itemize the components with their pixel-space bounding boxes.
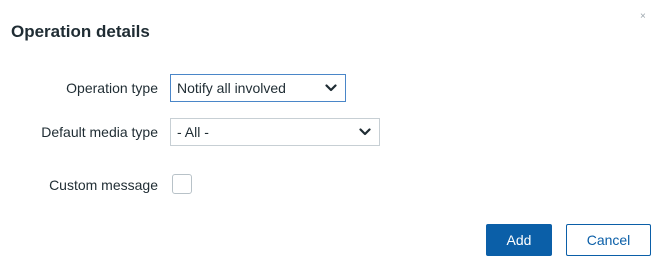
add-button[interactable]: Add [486, 224, 552, 256]
dialog-title: Operation details [11, 22, 150, 41]
operation-details-dialog: Operation details × Operation type Notif… [0, 0, 651, 256]
default-media-type-select[interactable]: - All - [170, 118, 380, 146]
cancel-button[interactable]: Cancel [566, 224, 651, 256]
chevron-down-icon [359, 128, 371, 136]
default-media-type-label: Default media type [41, 124, 158, 140]
close-icon[interactable]: × [640, 12, 646, 22]
custom-message-checkbox[interactable] [172, 174, 192, 194]
custom-message-label: Custom message [49, 177, 158, 193]
default-media-type-value: - All - [177, 124, 209, 140]
default-media-type-row: Default media type - All - [0, 118, 651, 146]
operation-type-value: Notify all involved [177, 80, 286, 96]
operation-type-select[interactable]: Notify all involved [170, 74, 346, 102]
operation-type-label: Operation type [66, 80, 158, 96]
custom-message-row: Custom message [0, 171, 651, 199]
chevron-down-icon [325, 84, 337, 92]
operation-type-row: Operation type Notify all involved [0, 74, 651, 102]
